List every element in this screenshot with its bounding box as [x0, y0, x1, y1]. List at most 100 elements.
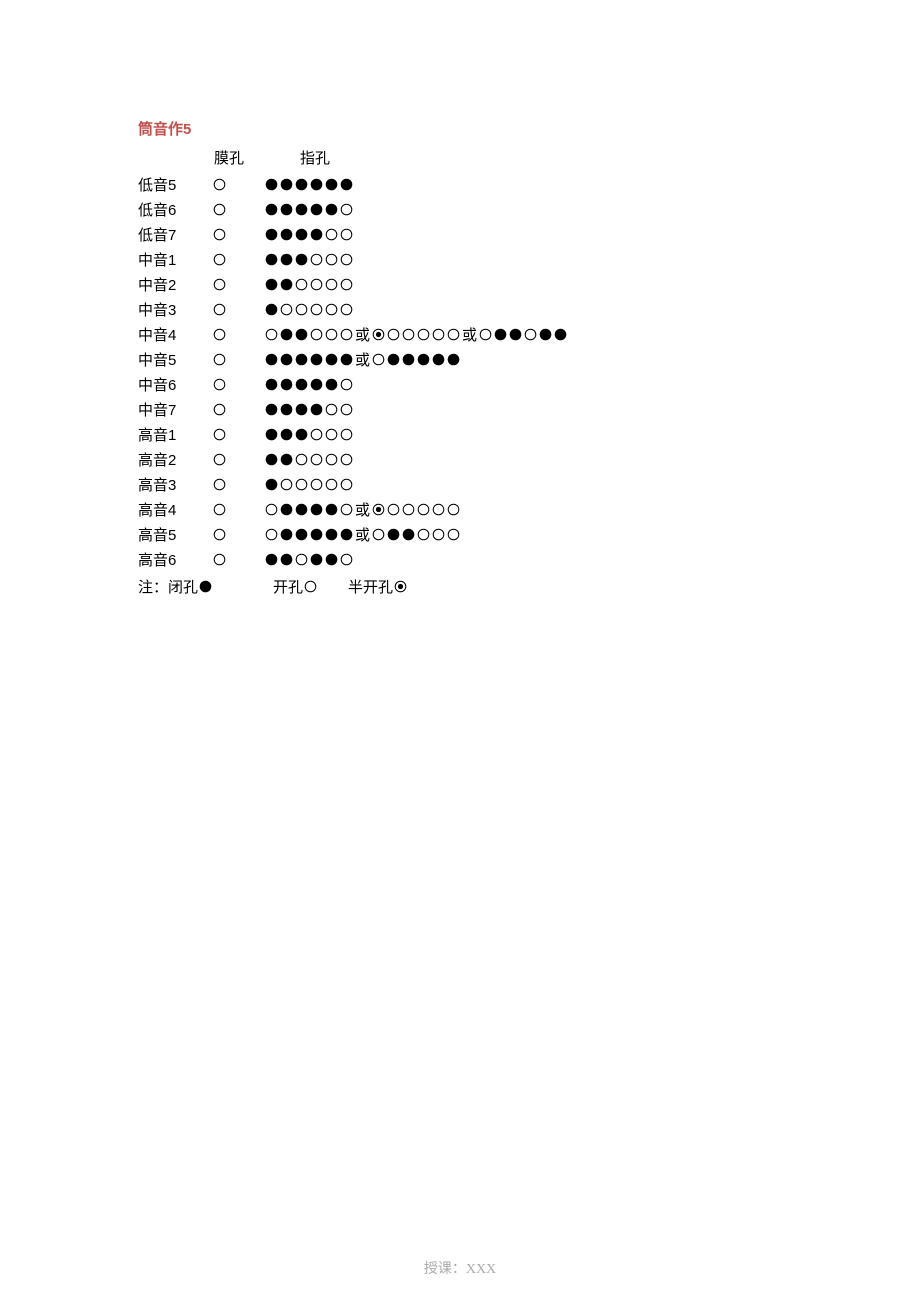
membrane-hole [194, 502, 244, 517]
hole-closed-f1 [279, 252, 294, 267]
hole-open-f4 [431, 327, 446, 342]
hole-closed-f1 [279, 177, 294, 192]
hole-open-membrane [212, 252, 227, 267]
hole-closed-legend [198, 579, 213, 594]
hole-closed-f0 [264, 227, 279, 242]
hole-open-membrane [212, 552, 227, 567]
hole-open-f5 [339, 552, 354, 567]
hole-closed-f2 [294, 502, 309, 517]
hole-closed-f1 [279, 452, 294, 467]
hole-open-membrane [212, 352, 227, 367]
hole-open-f3 [416, 502, 431, 517]
hole-open-f2 [401, 327, 416, 342]
hole-closed-f4 [324, 177, 339, 192]
membrane-hole [194, 227, 244, 242]
hole-open-f4 [324, 327, 339, 342]
hole-open-f3 [309, 427, 324, 442]
hole-open-f4 [324, 402, 339, 417]
membrane-hole [194, 352, 244, 367]
membrane-hole [194, 177, 244, 192]
hole-closed-f0 [264, 302, 279, 317]
finger-holes [244, 427, 354, 442]
hole-closed-f3 [416, 352, 431, 367]
hole-closed-f1 [279, 527, 294, 542]
legend-half-icon [393, 579, 408, 594]
or-separator: 或 [462, 324, 477, 345]
hole-closed-f3 [309, 402, 324, 417]
hole-open-membrane [212, 452, 227, 467]
finger-holes: 或 [244, 524, 461, 545]
hole-open-f3 [309, 327, 324, 342]
chart-title: 筒音作5 [138, 118, 920, 139]
hole-open-f0 [371, 527, 386, 542]
hole-closed-f2 [294, 352, 309, 367]
note-label: 中音3 [138, 299, 194, 320]
hole-open-f4 [324, 477, 339, 492]
hole-closed-f3 [309, 377, 324, 392]
hole-open-f4 [324, 252, 339, 267]
fingering-row: 高音3 [138, 472, 920, 497]
finger-holes [244, 552, 354, 567]
hole-open-f4 [324, 227, 339, 242]
note-label: 中音4 [138, 324, 194, 345]
hole-closed-f3 [309, 552, 324, 567]
hole-closed-f2 [294, 402, 309, 417]
hole-closed-f0 [264, 277, 279, 292]
hole-closed-f3 [309, 177, 324, 192]
hole-closed-f2 [294, 252, 309, 267]
hole-open-membrane [212, 277, 227, 292]
hole-open-membrane [212, 502, 227, 517]
hole-closed-f1 [279, 202, 294, 217]
hole-open-membrane [212, 302, 227, 317]
membrane-hole [194, 477, 244, 492]
hole-open-f3 [523, 327, 538, 342]
hole-open-f3 [309, 452, 324, 467]
hole-open-f5 [339, 477, 354, 492]
header-membrane: 膜孔 [214, 147, 254, 168]
finger-holes [244, 402, 354, 417]
hole-open-f5 [446, 527, 461, 542]
hole-closed-f2 [401, 527, 416, 542]
hole-open-membrane [212, 177, 227, 192]
hole-closed-f2 [508, 327, 523, 342]
hole-closed-f4 [324, 527, 339, 542]
membrane-hole [194, 552, 244, 567]
hole-open-membrane [212, 427, 227, 442]
hole-closed-f0 [264, 252, 279, 267]
hole-open-f3 [309, 302, 324, 317]
hole-open-f0 [264, 527, 279, 542]
note-label: 高音3 [138, 474, 194, 495]
finger-holes: 或 [244, 499, 461, 520]
finger-holes [244, 377, 354, 392]
hole-open-f5 [339, 452, 354, 467]
hole-open-f0 [371, 352, 386, 367]
hole-closed-f3 [309, 202, 324, 217]
or-separator: 或 [355, 349, 370, 370]
fingering-row: 高音5或 [138, 522, 920, 547]
finger-holes [244, 202, 354, 217]
hole-open-f5 [446, 502, 461, 517]
membrane-hole [194, 427, 244, 442]
hole-closed-f0 [264, 377, 279, 392]
note-label: 中音7 [138, 399, 194, 420]
hole-open-f2 [294, 477, 309, 492]
finger-holes [244, 227, 354, 242]
fingering-row: 高音2 [138, 447, 920, 472]
hole-open-f5 [339, 327, 354, 342]
hole-open-f3 [309, 252, 324, 267]
hole-closed-f1 [279, 277, 294, 292]
hole-closed-f0 [264, 452, 279, 467]
membrane-hole [194, 327, 244, 342]
header-finger: 指孔 [300, 147, 330, 168]
or-separator: 或 [355, 524, 370, 545]
hole-closed-f3 [309, 527, 324, 542]
hole-closed-f1 [279, 377, 294, 392]
hole-closed-f5 [446, 352, 461, 367]
hole-closed-f2 [294, 427, 309, 442]
fingering-row: 高音4或 [138, 497, 920, 522]
hole-open-f0 [478, 327, 493, 342]
membrane-hole [194, 202, 244, 217]
hole-open-f3 [416, 527, 431, 542]
hole-open-f1 [279, 302, 294, 317]
hole-closed-f1 [386, 352, 401, 367]
